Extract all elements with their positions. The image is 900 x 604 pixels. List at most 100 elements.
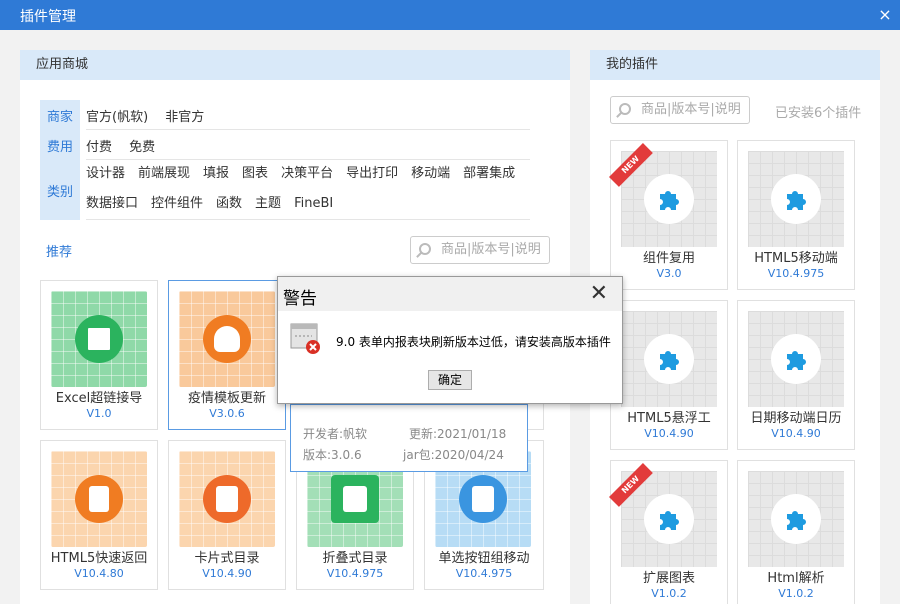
ok-button[interactable]: 确定 — [428, 370, 472, 390]
shield-icon — [214, 326, 240, 352]
warning-dialog: 警告 ✕ 9.0 表单内报表块刷新版本过低，请安装高版本插件 确定 — [277, 276, 623, 404]
filter-option[interactable]: 官方(帆软) — [86, 106, 148, 125]
plugin-name: HTML5悬浮工 — [627, 411, 711, 426]
dialog-close-button[interactable]: ✕ — [590, 283, 608, 305]
store-card[interactable]: 疫情模板更新 V3.0.6 — [168, 280, 286, 430]
filter-option[interactable]: 填报 — [203, 159, 229, 189]
window-close-button[interactable]: × — [870, 0, 900, 30]
my-plugins-header: 我的插件 — [590, 50, 880, 80]
store-card[interactable]: 卡片式目录 V10.4.90 — [168, 440, 286, 590]
dialog-message: 9.0 表单内报表块刷新版本过低，请安装高版本插件 — [336, 335, 611, 349]
my-plugin-card[interactable]: HTML5移动端 V10.4.975 — [737, 140, 855, 290]
my-plugin-card[interactable]: NEW 扩展图表 V1.0.2 — [609, 460, 728, 604]
filter-option[interactable]: 免费 — [129, 136, 155, 155]
my-plugins-panel: 我的插件 商品|版本号|说明 已安装6个插件 NEW 组件复用 V3.0 HTM… — [590, 50, 880, 604]
plugin-thumbnail — [51, 451, 147, 547]
plugin-version: V3.0.6 — [209, 407, 245, 420]
folding-list-icon — [343, 486, 367, 512]
plugin-thumbnail — [748, 311, 844, 407]
my-plugins-search-input[interactable]: 商品|版本号|说明 — [610, 96, 750, 124]
store-search-input[interactable]: 商品|版本号|说明 — [410, 236, 550, 264]
plugin-name: Html解析 — [767, 571, 825, 586]
puzzle-icon — [660, 351, 679, 370]
dialog-body: 9.0 表单内报表块刷新版本过低，请安装高版本插件 确定 — [278, 311, 622, 403]
plugin-name: 单选按钮组移动 — [438, 551, 530, 566]
category-row: 设计器 前端展现 填报 图表 决策平台 导出打印 移动端 部署集成 数据接口 控件组件 函数 主题 F… — [86, 160, 530, 220]
puzzle-icon — [787, 191, 806, 210]
fee-row: 付费 免费 — [86, 130, 530, 160]
plugin-name: 日期移动端日历 — [750, 411, 842, 426]
vendor-row: 官方(帆软) 非官方 — [86, 100, 530, 130]
plugin-version: V1.0 — [86, 407, 112, 420]
filter-option[interactable]: 图表 — [242, 159, 268, 189]
plugin-thumbnail — [179, 451, 275, 547]
error-icon — [290, 323, 320, 354]
puzzle-icon — [660, 191, 679, 210]
filter-tabs: 商家 费用 类别 — [40, 100, 80, 220]
puzzle-icon — [660, 511, 679, 530]
filter-option[interactable]: FineBI — [294, 189, 333, 219]
plugin-thumbnail — [179, 291, 275, 387]
plugin-name: 扩展图表 — [642, 571, 695, 586]
filter-tab-fee[interactable]: 费用 — [40, 136, 80, 155]
title-bar: 插件管理 × — [0, 0, 900, 30]
card-list-icon — [216, 486, 238, 512]
my-plugin-card[interactable]: Html解析 V1.0.2 — [737, 460, 855, 604]
store-card[interactable]: HTML5快速返回 V10.4.80 — [40, 440, 158, 590]
detail-version: 版本:3.0.6 — [303, 448, 362, 462]
store-card[interactable]: Excel超链接导 V1.0 — [40, 280, 158, 430]
plugin-version: V10.4.975 — [326, 567, 384, 580]
search-icon — [419, 243, 431, 255]
filter-option[interactable]: 设计器 — [86, 159, 125, 189]
plugin-version: V3.0 — [656, 267, 682, 280]
puzzle-icon — [787, 511, 806, 530]
search-icon — [619, 103, 631, 115]
plugin-thumbnail — [748, 151, 844, 247]
plugin-name: Excel超链接导 — [55, 391, 143, 406]
plugin-name: 折叠式目录 — [322, 551, 388, 566]
filter-option[interactable]: 数据接口 — [86, 189, 138, 219]
filter-option[interactable]: 导出打印 — [346, 159, 398, 189]
plugin-thumbnail — [748, 471, 844, 567]
my-plugin-card[interactable]: 日期移动端日历 V10.4.90 — [737, 300, 855, 450]
plugin-version: V1.0.2 — [778, 587, 814, 600]
plugin-version: V10.4.80 — [74, 567, 124, 580]
plugin-thumbnail — [621, 311, 717, 407]
mobile-grid-icon — [89, 486, 109, 512]
detail-updated: 更新:2021/01/18 — [409, 427, 507, 441]
plugin-name: 疫情模板更新 — [187, 391, 266, 406]
my-plugin-card[interactable]: NEW 组件复用 V3.0 — [609, 140, 728, 290]
plugin-version: V10.4.90 — [644, 427, 694, 440]
filter-option[interactable]: 函数 — [216, 189, 242, 219]
plugin-name: 组件复用 — [642, 251, 695, 266]
detail-jar: jar包:2020/04/24 — [403, 448, 504, 462]
filter-tab-vendor[interactable]: 商家 — [40, 106, 80, 125]
store-header: 应用商城 — [20, 50, 570, 80]
filter-tab-category[interactable]: 类别 — [40, 181, 80, 200]
filter-option[interactable]: 控件组件 — [151, 189, 203, 219]
plugin-thumbnail — [51, 291, 147, 387]
filter-option[interactable]: 前端展现 — [138, 159, 190, 189]
my-plugin-card[interactable]: HTML5悬浮工 V10.4.90 — [610, 300, 728, 450]
installed-count: 已安装6个插件 — [775, 106, 862, 121]
filter-option[interactable]: 付费 — [86, 136, 112, 155]
plugin-version: V10.4.90 — [771, 427, 821, 440]
plugin-name: HTML5移动端 — [754, 251, 838, 266]
dialog-title: 警告 — [283, 289, 317, 309]
filter-option[interactable]: 部署集成 — [463, 159, 515, 189]
filter-option[interactable]: 移动端 — [411, 159, 450, 189]
plugin-name: HTML5快速返回 — [50, 551, 148, 566]
radio-mobile-icon — [472, 486, 494, 512]
plugin-version: V1.0.2 — [651, 587, 687, 600]
plugin-detail-popover: 开发者:帆软 更新:2021/01/18 版本:3.0.6 jar包:2020/… — [290, 404, 528, 472]
filter-option[interactable]: 主题 — [255, 189, 281, 219]
detail-developer: 开发者:帆软 — [303, 427, 368, 441]
puzzle-icon — [787, 351, 806, 370]
plugin-version: V10.4.975 — [767, 267, 825, 280]
filter-option[interactable]: 决策平台 — [281, 159, 333, 189]
filter-option[interactable]: 非官方 — [165, 106, 204, 125]
plugin-name: 卡片式目录 — [194, 551, 260, 566]
recommend-label: 推荐 — [46, 245, 73, 260]
filter-rows: 官方(帆软) 非官方 付费 免费 设计器 前端展现 填报 图表 决策平台 导出打印 移动端部… — [86, 100, 530, 220]
plugin-version: V10.4.975 — [455, 567, 513, 580]
